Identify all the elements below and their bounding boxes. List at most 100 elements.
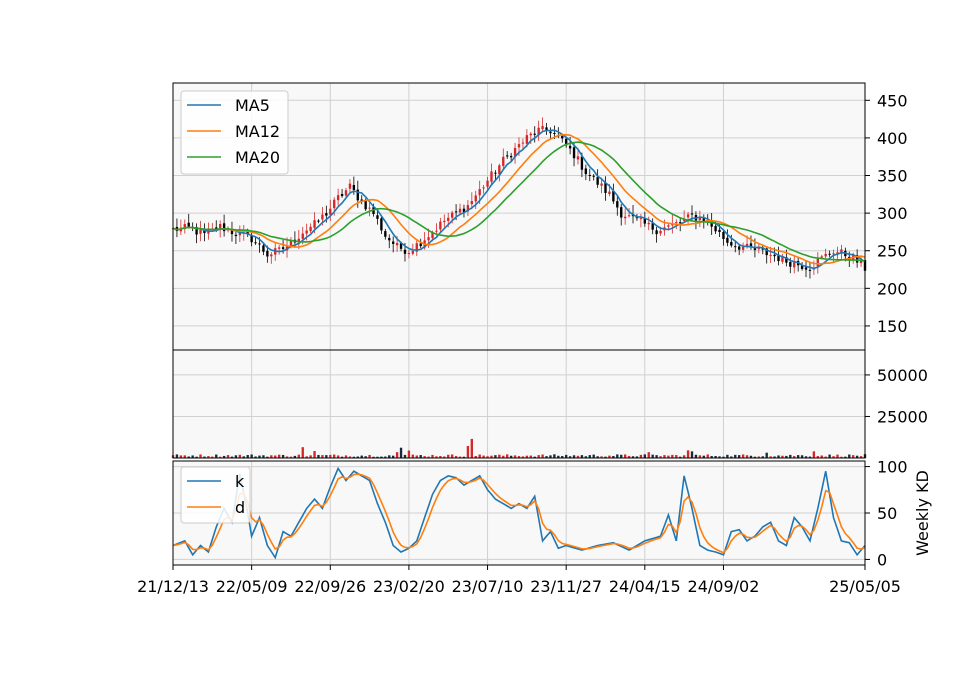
volume-bar	[765, 452, 768, 458]
candle-body	[541, 125, 544, 130]
candle-body	[738, 246, 741, 250]
candle-body	[277, 247, 281, 249]
x-tick-label: 24/09/02	[688, 577, 760, 596]
candle-body	[450, 212, 454, 218]
candle-body	[521, 142, 525, 144]
volume-bar	[643, 454, 646, 458]
candle-body	[667, 225, 670, 227]
x-tick-label: 23/11/27	[530, 577, 602, 596]
candle-body	[395, 242, 399, 246]
candle-body	[352, 185, 356, 190]
volume-bar	[466, 446, 470, 458]
x-tick-label: 25/05/05	[829, 577, 901, 596]
volume-bar	[478, 454, 481, 458]
y-tick-label: 50000	[877, 366, 928, 385]
y-tick-label: 150	[877, 317, 908, 336]
candle-body	[392, 241, 395, 244]
kd-axis-label: Weekly KD	[913, 470, 932, 556]
candle-body	[596, 177, 599, 185]
volume-bar	[541, 454, 544, 458]
candle-body	[789, 261, 792, 267]
y-tick-label: 400	[877, 129, 908, 148]
candle-body	[600, 183, 603, 186]
volume-bar	[836, 454, 839, 458]
candle-body	[639, 218, 643, 220]
legend-ma12-label: MA12	[235, 122, 280, 141]
volume-bar	[399, 447, 403, 458]
candle-body	[281, 247, 285, 249]
candle-body	[380, 218, 383, 231]
volume-bar	[450, 454, 454, 458]
candle-body	[828, 253, 831, 255]
candle-body	[262, 245, 265, 252]
volume-bar	[592, 454, 595, 458]
candle-body	[454, 211, 458, 213]
candle-body	[344, 190, 348, 196]
volume-panel	[173, 350, 865, 458]
candle-body	[407, 252, 411, 254]
candle-body	[427, 237, 430, 241]
candle-body	[336, 195, 340, 201]
volume-bar	[395, 452, 399, 458]
candle-body	[690, 213, 694, 215]
candle-body	[773, 254, 776, 257]
candle-body	[443, 220, 446, 223]
volume-bar	[301, 447, 304, 458]
candle-body	[506, 155, 509, 157]
candle-body	[525, 135, 529, 144]
candle-body	[584, 168, 588, 175]
candle-body	[329, 208, 332, 215]
candle-body	[474, 195, 477, 202]
candle-body	[348, 183, 352, 189]
y-tick-label: 50	[877, 504, 897, 523]
candle-body	[588, 175, 591, 177]
candle-body	[576, 156, 580, 160]
volume-bar	[651, 454, 654, 458]
candle-body	[494, 172, 497, 174]
x-tick-label: 22/09/26	[294, 577, 366, 596]
volume-bar	[506, 454, 509, 458]
volume-bar	[333, 454, 336, 458]
legend-d-label: d	[235, 498, 245, 517]
volume-bar	[623, 454, 627, 458]
volume-bar	[848, 454, 851, 458]
candle-body	[623, 216, 627, 219]
candle-body	[734, 246, 737, 248]
price-legend: MA5 MA12 MA20	[180, 90, 289, 175]
candle-body	[675, 222, 678, 224]
candle-body	[718, 229, 721, 233]
candle-body	[793, 262, 796, 268]
volume-bar	[812, 451, 816, 458]
candle-body	[234, 234, 238, 237]
volume-bar	[553, 454, 556, 458]
x-tick-label: 23/07/10	[452, 577, 524, 596]
candle-body	[580, 156, 584, 170]
y-tick-label: 250	[877, 242, 908, 261]
candle-body	[627, 215, 631, 217]
candle-body	[608, 191, 611, 195]
volume-bar	[470, 438, 473, 458]
candle-body	[439, 221, 442, 230]
candle-body	[592, 175, 595, 177]
candle-body	[808, 269, 812, 271]
y-tick-label: 100	[877, 458, 908, 477]
candle-body	[419, 243, 422, 247]
volume-bar	[199, 454, 202, 458]
volume-bar	[277, 454, 281, 458]
volume-bar	[297, 454, 300, 458]
candle-body	[254, 242, 257, 244]
candle-body	[804, 267, 808, 270]
candle-body	[686, 214, 690, 218]
y-tick-label: 0	[877, 550, 887, 569]
candle-body	[659, 230, 662, 234]
y-tick-label: 350	[877, 167, 908, 186]
y-tick-label: 300	[877, 204, 908, 223]
candle-body	[482, 187, 485, 189]
candle-body	[549, 131, 552, 134]
candle-body	[769, 254, 772, 256]
stock-chart: 21/12/13 22/05/09 22/09/26 23/02/20 23/07/10…	[0, 0, 960, 690]
legend-k-label: k	[235, 472, 245, 491]
volume-bar	[828, 454, 831, 458]
candle-body	[435, 230, 438, 232]
candle-body	[470, 201, 473, 205]
